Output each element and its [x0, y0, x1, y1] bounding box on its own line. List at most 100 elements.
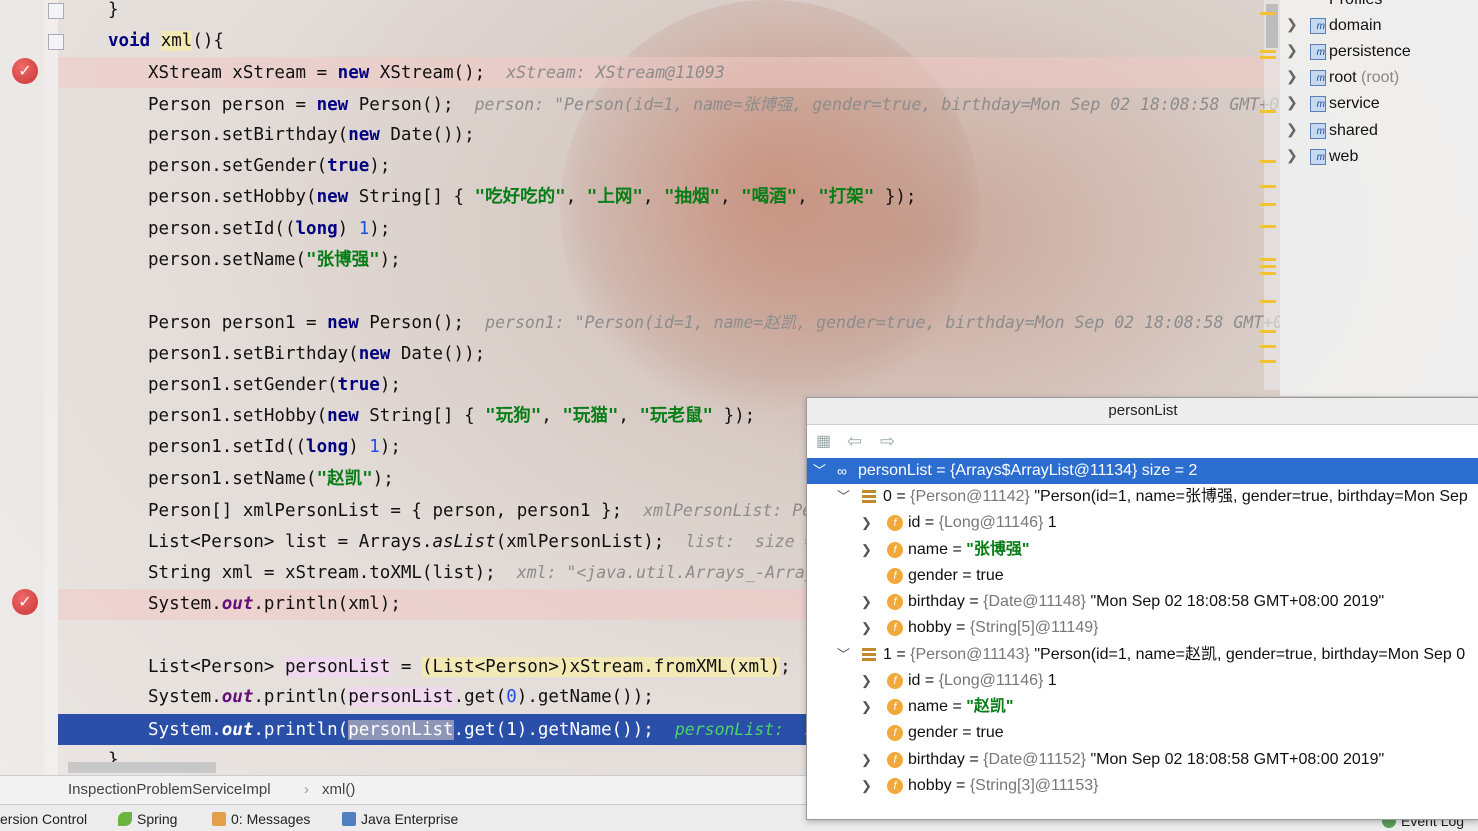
chevron-right-icon[interactable]: ❯ [861, 510, 872, 536]
warning-marker[interactable] [1260, 50, 1276, 53]
spring-leaf-icon [118, 812, 132, 826]
code-line: person.setId((long) 1); [58, 214, 1278, 245]
warning-marker[interactable] [1260, 56, 1276, 59]
chevron-down-icon[interactable]: ﹀ [837, 642, 850, 668]
chevron-right-icon[interactable]: ❯ [1286, 147, 1298, 164]
code-text: List<Person> personList = (List<Person>)… [148, 657, 791, 677]
chevron-right-icon[interactable]: ❯ [1286, 121, 1298, 138]
field-icon: f [887, 752, 903, 768]
messages-tab[interactable]: 0: Messages [212, 811, 310, 827]
code-line: person.setHobby(new String[] { "吃好吃的", "… [58, 182, 1278, 213]
code-line: List<Person> list = Arrays.asList(xmlPer… [58, 526, 806, 557]
chevron-right-icon[interactable]: ❯ [861, 589, 872, 615]
tree-row-field-birthday[interactable]: ❯ f birthday = {Date@11148} "Mon Sep 02 … [807, 589, 1478, 615]
tree-row-field-birthday[interactable]: ❯ f birthday = {Date@11152} "Mon Sep 02 … [807, 747, 1478, 773]
chevron-right-icon[interactable]: ❯ [1286, 68, 1298, 85]
field-icon: f [887, 725, 903, 741]
editor-gutter[interactable] [0, 0, 44, 775]
tree-item-profiles[interactable]: Profiles [1280, 0, 1478, 14]
chevron-right-icon[interactable]: ❯ [1286, 16, 1298, 33]
code-line: person.setBirthday(new Date()); [58, 120, 1278, 151]
tree-row-field-id[interactable]: ❯ f id = {Long@11146} 1 [807, 668, 1478, 694]
warning-marker[interactable] [1260, 360, 1276, 363]
chevron-right-icon[interactable]: ❯ [1286, 42, 1298, 59]
variable-entry: hobby = {String[3]@11153} [908, 777, 1099, 794]
tree-row-field-gender[interactable]: f gender = true [807, 563, 1478, 589]
chevron-right-icon[interactable]: ❯ [861, 615, 872, 641]
tree-item-label: persistence [1329, 43, 1411, 60]
breakpoint-icon[interactable]: ✓ [12, 589, 38, 615]
chevron-right-icon[interactable]: ❯ [861, 668, 872, 694]
tree-item-root[interactable]: ❯ m root (root) [1280, 66, 1478, 92]
chevron-right-icon[interactable]: ❯ [861, 747, 872, 773]
warning-marker[interactable] [1260, 300, 1276, 303]
code-text: person.setGender(true); [148, 156, 391, 176]
inline-debug-hint: xmlPersonList: Pers [643, 501, 806, 520]
chevron-down-icon[interactable]: ﹀ [837, 484, 850, 510]
warning-marker[interactable] [1260, 330, 1276, 333]
tree-row-element-0[interactable]: ﹀ 0 = {Person@11142} "Person(id=1, name=… [807, 484, 1478, 510]
java-enterprise-tab[interactable]: Java Enterprise [342, 811, 458, 827]
forward-arrow-icon[interactable]: ⇨ [880, 431, 895, 452]
watch-icon: ∞ [837, 463, 847, 479]
version-control-tab[interactable]: ersion Control [0, 811, 87, 827]
variable-entry: birthday = {Date@11148} "Mon Sep 02 18:0… [908, 593, 1385, 610]
field-icon: f [887, 568, 903, 584]
code-text: person1.setId((long) 1); [148, 437, 401, 457]
warning-marker[interactable] [1260, 258, 1276, 261]
tree-row-field-hobby[interactable]: ❯ f hobby = {String[5]@11149} [807, 615, 1478, 641]
horizontal-scrollbar-thumb[interactable] [68, 762, 216, 773]
warning-marker[interactable] [1260, 203, 1276, 206]
tree-row-field-hobby[interactable]: ❯ f hobby = {String[3]@11153} [807, 773, 1478, 799]
tree-item-persistence[interactable]: ❯ m persistence [1280, 40, 1478, 66]
tree-row-personlist[interactable]: ﹀ ∞ personList = {Arrays$ArrayList@11134… [807, 458, 1478, 484]
project-tree[interactable]: Profiles ❯ m domain ❯ m persistence ❯ m … [1280, 0, 1478, 396]
chevron-right-icon[interactable]: ❯ [861, 773, 872, 799]
tree-row-field-name[interactable]: ❯ f name = "张博强" [807, 537, 1478, 563]
code-line-current-execution: System.out.println(personList.get(1).get… [58, 714, 806, 745]
tree-row-element-1[interactable]: ﹀ 1 = {Person@11143} "Person(id=1, name=… [807, 642, 1478, 668]
tree-row-field-name[interactable]: ❯ f name = "赵凯" [807, 694, 1478, 720]
chevron-right-icon[interactable]: ❯ [1286, 94, 1298, 111]
tree-item-label: root (root) [1329, 69, 1400, 86]
tree-item-domain[interactable]: ❯ m domain [1280, 14, 1478, 40]
warning-marker[interactable] [1260, 110, 1276, 113]
warning-marker[interactable] [1260, 225, 1276, 228]
vertical-scrollbar-thumb[interactable] [1266, 4, 1278, 48]
code-text: person1.setHobby(new String[] { "玩狗", "玩… [148, 406, 756, 426]
tree-item-web[interactable]: ❯ m web [1280, 145, 1478, 171]
chevron-right-icon[interactable]: ❯ [861, 694, 872, 720]
chevron-right-icon[interactable]: ❯ [861, 537, 872, 563]
pin-icon[interactable]: ▦ [816, 431, 831, 451]
breadcrumb-class[interactable]: InspectionProblemServiceImpl [68, 781, 271, 798]
warning-marker[interactable] [1260, 185, 1276, 188]
spring-tab[interactable]: Spring [118, 811, 177, 827]
tree-item-label: domain [1329, 17, 1382, 34]
code-text: Person person = new Person(); person: "P… [148, 95, 1280, 115]
tree-item-service[interactable]: ❯ m service [1280, 92, 1478, 118]
tree-row-field-gender[interactable]: f gender = true [807, 720, 1478, 746]
breakpoint-icon[interactable]: ✓ [12, 58, 38, 84]
code-text: person.setId((long) 1); [148, 219, 391, 239]
tree-item-shared[interactable]: ❯ m shared [1280, 119, 1478, 145]
code-line: Person person1 = new Person(); person1: … [58, 307, 1280, 338]
warning-marker[interactable] [1260, 345, 1276, 348]
warning-marker[interactable] [1260, 265, 1276, 268]
back-arrow-icon[interactable]: ⇦ [847, 431, 862, 452]
tree-item-label: web [1329, 148, 1359, 165]
warning-marker[interactable] [1260, 272, 1276, 275]
code-text: String xml = xStream.toXML(list); xml: "… [148, 557, 806, 588]
code-text: person.setName("张博强"); [148, 250, 401, 270]
code-text: } [108, 0, 119, 20]
tree-row-field-id[interactable]: ❯ f id = {Long@11146} 1 [807, 510, 1478, 536]
tree-item-label: service [1329, 95, 1380, 112]
chevron-down-icon[interactable]: ﹀ [813, 458, 826, 484]
variable-inspect-popup[interactable]: personList ▦ ⇦ ⇨ ﹀ ∞ personList = {Array… [806, 397, 1478, 820]
code-text: person.setBirthday(new Date()); [148, 125, 475, 145]
breadcrumb-method[interactable]: xml() [322, 781, 355, 798]
warning-marker[interactable] [1260, 12, 1276, 15]
code-text: Person[] xmlPersonList = { person, perso… [148, 495, 806, 526]
code-text: XStream xStream = new XStream(); xStream… [148, 63, 725, 83]
warning-marker[interactable] [1260, 160, 1276, 163]
breadcrumb: InspectionProblemServiceImpl › xml() [0, 775, 806, 805]
